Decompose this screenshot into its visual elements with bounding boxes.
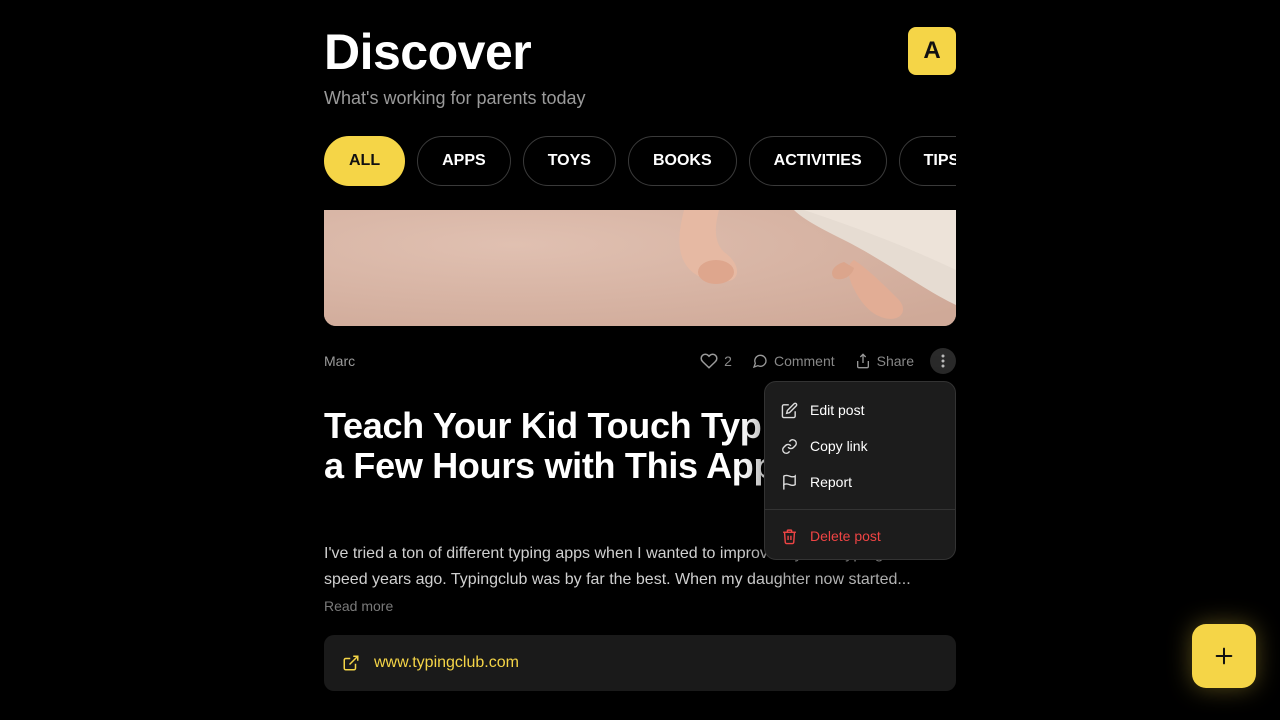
post-body-line: speed years ago. Typingclub was by far t… bbox=[324, 571, 911, 588]
menu-divider bbox=[765, 509, 955, 510]
filter-chip-apps[interactable]: APPS bbox=[417, 136, 511, 186]
discover-page: Discover What's working for parents toda… bbox=[0, 0, 1280, 720]
share-icon bbox=[856, 353, 869, 369]
baby-photo-illustration bbox=[324, 210, 956, 326]
post-meta: Marc 2 Comment Share bbox=[324, 346, 956, 376]
comment-icon bbox=[752, 354, 767, 369]
post-actions: 2 Comment Share bbox=[680, 346, 956, 376]
avatar[interactable]: A bbox=[908, 27, 956, 75]
external-link-url: www.typingclub.com bbox=[374, 654, 519, 671]
menu-item-delete-post[interactable]: Delete post bbox=[765, 518, 955, 554]
filter-chip-activities[interactable]: ACTIVITIES bbox=[748, 136, 887, 186]
edit-icon bbox=[781, 402, 798, 418]
more-options-button[interactable] bbox=[930, 348, 956, 374]
create-post-button[interactable] bbox=[1192, 624, 1256, 688]
plus-icon bbox=[1215, 647, 1233, 665]
page-subtitle: What's working for parents today bbox=[324, 88, 586, 108]
filter-chips: ALL APPS TOYS BOOKS ACTIVITIES TIPS bbox=[324, 136, 956, 186]
like-count: 2 bbox=[724, 353, 732, 369]
filter-chip-books[interactable]: BOOKS bbox=[627, 136, 737, 186]
link-icon bbox=[782, 438, 797, 454]
share-label: Share bbox=[876, 353, 914, 369]
menu-item-label: Delete post bbox=[810, 528, 881, 544]
more-icon bbox=[941, 354, 945, 368]
comment-label: Comment bbox=[773, 353, 835, 369]
menu-item-copy-link[interactable]: Copy link bbox=[765, 428, 955, 464]
main-column: Discover What's working for parents toda… bbox=[324, 0, 956, 720]
share-button[interactable]: Share bbox=[855, 353, 914, 369]
post-options-menu: Edit post Copy link Report Delete post bbox=[764, 381, 956, 560]
filter-chip-tips[interactable]: TIPS bbox=[898, 136, 956, 186]
comment-button[interactable]: Comment bbox=[752, 353, 835, 369]
flag-icon bbox=[783, 473, 796, 490]
heart-icon bbox=[700, 353, 718, 369]
post-image[interactable] bbox=[324, 210, 956, 326]
filter-chip-toys[interactable]: TOYS bbox=[522, 136, 616, 186]
menu-item-report[interactable]: Report bbox=[765, 464, 955, 500]
external-link-card[interactable]: www.typingclub.com bbox=[324, 635, 956, 691]
menu-item-label: Copy link bbox=[810, 438, 868, 454]
page-title: Discover bbox=[324, 24, 532, 80]
external-link-icon bbox=[343, 655, 359, 671]
like-button[interactable]: 2 bbox=[700, 352, 732, 370]
menu-item-label: Report bbox=[810, 474, 853, 490]
filter-chip-all[interactable]: ALL bbox=[324, 136, 406, 186]
menu-item-label: Edit post bbox=[810, 402, 865, 418]
post-author[interactable]: Marc bbox=[324, 353, 355, 369]
trash-icon bbox=[783, 528, 796, 544]
read-more-link[interactable]: Read more bbox=[324, 598, 393, 614]
menu-item-edit-post[interactable]: Edit post bbox=[765, 392, 955, 428]
